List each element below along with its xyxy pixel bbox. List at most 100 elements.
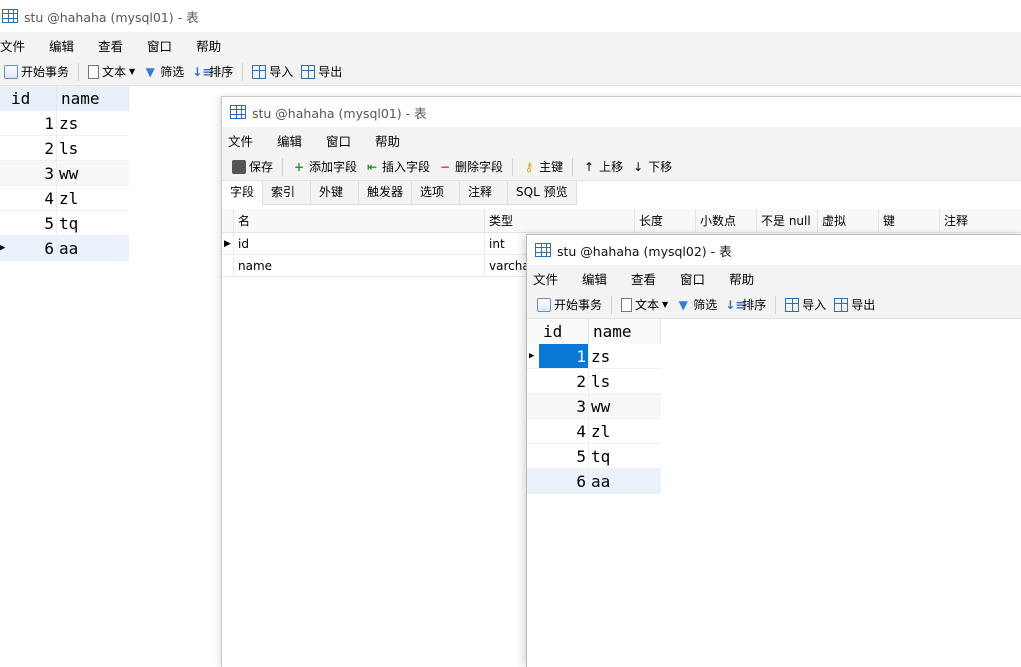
cell-id[interactable]: 6: [7, 236, 57, 260]
menu-window[interactable]: 窗口: [326, 131, 363, 150]
table-row[interactable]: 4 zl: [527, 419, 661, 444]
table-row[interactable]: 4 zl: [0, 186, 129, 211]
table-row[interactable]: 3 ww: [527, 394, 661, 419]
grid-header: id name: [0, 86, 129, 111]
export-button[interactable]: 导出: [830, 294, 879, 316]
menu-file[interactable]: 文件: [228, 131, 265, 150]
cell-id[interactable]: 5: [539, 444, 589, 468]
menu-file[interactable]: 文件: [0, 36, 37, 55]
import-button[interactable]: 导入: [248, 61, 297, 83]
table-row[interactable]: 2 ls: [527, 369, 661, 394]
menu-window[interactable]: 窗口: [680, 269, 717, 288]
cell-name[interactable]: tq: [589, 444, 661, 468]
menu-help[interactable]: 帮助: [729, 269, 766, 288]
text-view-button[interactable]: 文本 ▼: [84, 61, 139, 83]
move-up-button[interactable]: ↑ 上移: [578, 156, 627, 178]
menu-view[interactable]: 查看: [631, 269, 668, 288]
field-name-cell[interactable]: name: [234, 255, 485, 276]
table-icon: [230, 105, 246, 119]
column-header-comment[interactable]: 注释: [940, 209, 1021, 232]
column-header-id[interactable]: id: [539, 319, 589, 344]
cell-id[interactable]: 4: [539, 419, 589, 443]
export-button[interactable]: 导出: [297, 61, 346, 83]
cell-name[interactable]: ls: [589, 369, 661, 393]
column-header-name[interactable]: 名: [234, 209, 485, 232]
tab-comments[interactable]: 注释: [460, 181, 509, 205]
table-row[interactable]: 5 tq: [527, 444, 661, 469]
cell-id[interactable]: 2: [539, 369, 589, 393]
table-row[interactable]: 1 zs: [0, 111, 129, 136]
tab-options[interactable]: 选项: [412, 181, 461, 205]
column-header-not-null[interactable]: 不是 null: [757, 209, 818, 232]
column-header-key[interactable]: 键: [879, 209, 940, 232]
cell-id[interactable]: 3: [7, 161, 57, 185]
cell-name[interactable]: zl: [589, 419, 661, 443]
filter-button[interactable]: ▼ 筛选: [672, 294, 721, 316]
tab-sql-preview[interactable]: SQL 预览: [508, 181, 577, 205]
window-titlebar[interactable]: stu @hahaha (mysql01) - 表: [0, 0, 1021, 32]
menu-window[interactable]: 窗口: [147, 36, 184, 55]
insert-field-button[interactable]: ⇤ 插入字段: [361, 156, 434, 178]
cell-name[interactable]: aa: [57, 236, 129, 260]
begin-transaction-button[interactable]: 开始事务: [0, 61, 73, 83]
column-header-type[interactable]: 类型: [485, 209, 635, 232]
filter-button[interactable]: ▼ 筛选: [139, 61, 188, 83]
primary-key-button[interactable]: ⚷ 主键: [518, 156, 567, 178]
tab-triggers[interactable]: 触发器: [359, 181, 413, 205]
table-row[interactable]: 6 aa: [527, 469, 661, 494]
chevron-down-icon[interactable]: ▼: [129, 67, 135, 76]
cell-id[interactable]: 1: [7, 111, 57, 135]
cell-name[interactable]: ww: [57, 161, 129, 185]
table-row[interactable]: ▶ 1 zs: [527, 344, 661, 369]
chevron-down-icon[interactable]: ▼: [662, 300, 668, 309]
menu-help[interactable]: 帮助: [375, 131, 412, 150]
cell-name[interactable]: zl: [57, 186, 129, 210]
table-icon: [535, 243, 551, 257]
column-header-name[interactable]: name: [57, 86, 129, 111]
window-titlebar[interactable]: stu @hahaha (mysql01) - 表: [222, 97, 1021, 127]
tab-fields[interactable]: 字段: [222, 181, 264, 205]
cell-name[interactable]: tq: [57, 211, 129, 235]
column-header-length[interactable]: 长度: [635, 209, 696, 232]
cell-id[interactable]: 2: [7, 136, 57, 160]
menu-edit[interactable]: 编辑: [49, 36, 86, 55]
tab-indexes[interactable]: 索引: [263, 181, 312, 205]
sort-button[interactable]: ↓≡ 排序: [721, 294, 770, 316]
begin-transaction-button[interactable]: 开始事务: [533, 294, 606, 316]
tab-foreign-keys[interactable]: 外键: [311, 181, 360, 205]
save-button[interactable]: 保存: [228, 156, 277, 178]
menu-view[interactable]: 查看: [98, 36, 135, 55]
table-row[interactable]: ▶ 6 aa: [0, 236, 129, 261]
arrow-up-icon: ↑: [584, 159, 595, 174]
cell-name[interactable]: ww: [589, 394, 661, 418]
menu-edit[interactable]: 编辑: [277, 131, 314, 150]
table-row[interactable]: 3 ww: [0, 161, 129, 186]
move-down-button[interactable]: ↓ 下移: [627, 156, 676, 178]
text-view-button[interactable]: 文本 ▼: [617, 294, 672, 316]
menu-edit[interactable]: 编辑: [582, 269, 619, 288]
delete-field-button[interactable]: − 删除字段: [434, 156, 507, 178]
cell-name[interactable]: aa: [589, 469, 661, 493]
import-button[interactable]: 导入: [781, 294, 830, 316]
cell-id[interactable]: 6: [539, 469, 589, 493]
window-titlebar[interactable]: stu @hahaha (mysql02) - 表: [527, 235, 1021, 265]
cell-name[interactable]: zs: [589, 344, 661, 368]
cell-id[interactable]: 4: [7, 186, 57, 210]
field-name-cell[interactable]: id: [234, 233, 485, 254]
menu-file[interactable]: 文件: [533, 269, 570, 288]
add-field-button[interactable]: + 添加字段: [288, 156, 361, 178]
cell-name[interactable]: zs: [57, 111, 129, 135]
column-header-decimals[interactable]: 小数点: [696, 209, 757, 232]
cell-id[interactable]: 1: [539, 344, 589, 368]
column-header-name[interactable]: name: [589, 319, 661, 344]
table-row[interactable]: 5 tq: [0, 211, 129, 236]
cell-id[interactable]: 5: [7, 211, 57, 235]
column-header-virtual[interactable]: 虚拟: [818, 209, 879, 232]
cell-name[interactable]: ls: [57, 136, 129, 160]
menu-help[interactable]: 帮助: [196, 36, 233, 55]
sort-button[interactable]: ↓≡ 排序: [188, 61, 237, 83]
cell-id[interactable]: 3: [539, 394, 589, 418]
column-header-id[interactable]: id: [7, 86, 57, 111]
filter-icon: ▼: [145, 64, 155, 79]
table-row[interactable]: 2 ls: [0, 136, 129, 161]
